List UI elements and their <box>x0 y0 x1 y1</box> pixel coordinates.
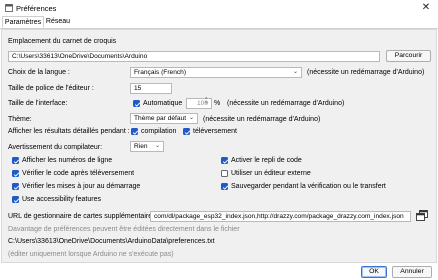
compiler-warnings-label: Avertissement du compilateur: <box>8 144 103 151</box>
checkmark-icon <box>184 130 191 135</box>
theme-select[interactable]: Thème par défaut ⌄ <box>130 113 198 124</box>
language-label: Choix de la langue : <box>8 69 70 76</box>
close-icon[interactable]: ✕ <box>420 1 432 14</box>
theme-label: Thème: <box>8 116 32 123</box>
language-value: Français (French) <box>134 69 187 76</box>
option-code-folding-checkbox[interactable] <box>221 157 229 164</box>
board-urls-label: URL de gestionnaire de cartes supplément… <box>8 213 156 220</box>
verbose-upload-checkbox[interactable] <box>183 128 191 135</box>
app-window-icon <box>5 4 13 12</box>
language-select[interactable]: Français (French) ⌄ <box>130 67 302 78</box>
compiler-warnings-select[interactable]: Rien ⌄ <box>130 141 164 152</box>
auto-size-label: Automatique <box>143 100 183 107</box>
interface-size-label: Taille de l'interface: <box>8 100 68 107</box>
cancel-button[interactable]: Annuler <box>392 266 432 278</box>
sketchbook-path-field[interactable]: C:\Users\33613\OneDrive\Documents\Arduin… <box>8 51 380 62</box>
checkmark-icon <box>222 185 229 190</box>
option-verify-upload-label: Vérifier le code après téléversement <box>22 170 135 177</box>
edit-when-closed-note: (éditer uniquement lorsque Arduino ne s'… <box>8 251 174 258</box>
sketchbook-label: Emplacement du carnet de croquis <box>8 38 117 45</box>
option-external-editor-label: Utiliser un éditeur externe <box>231 170 311 177</box>
interface-size-field[interactable]: 100 <box>186 98 212 109</box>
title-bar <box>0 0 438 16</box>
theme-note: (nécessite un redémarrage d'Arduino) <box>203 116 321 123</box>
option-line-numbers-checkbox[interactable] <box>12 157 20 164</box>
editor-font-field[interactable]: 15 <box>130 83 172 94</box>
theme-value: Thème par défaut <box>134 115 187 122</box>
option-save-on-verify-label: Sauvegarder pendant la vérification ou l… <box>231 183 386 190</box>
chevron-down-icon: ⌄ <box>154 143 160 149</box>
tab-reseau[interactable]: Réseau <box>44 16 72 28</box>
percent-unit: % <box>214 100 221 107</box>
option-accessibility-label: Use accessibility features <box>22 196 101 203</box>
verbose-compile-checkbox[interactable] <box>131 128 139 135</box>
option-verify-upload-checkbox[interactable] <box>12 170 20 177</box>
option-code-folding-label: Activer le repli de code <box>231 157 302 164</box>
language-note: (nécessite un redémarrage d'Arduino) <box>307 69 425 76</box>
ok-button[interactable]: OK <box>361 266 387 278</box>
checkmark-icon <box>134 102 141 107</box>
checkmark-icon <box>222 159 229 164</box>
board-urls-field[interactable]: com/dl/package_esp32_index.json,http://d… <box>150 211 411 222</box>
checkmark-icon <box>13 159 20 164</box>
verbose-compile-label: compilation <box>141 128 177 135</box>
option-save-on-verify-checkbox[interactable] <box>221 183 229 190</box>
open-window-icon[interactable] <box>416 210 428 221</box>
verbose-upload-label: téléversement <box>193 128 237 135</box>
option-external-editor-checkbox[interactable] <box>221 170 228 177</box>
option-line-numbers-label: Afficher les numéros de ligne <box>22 157 113 164</box>
spinner-down-icon[interactable]: ▾ <box>205 101 208 106</box>
option-check-updates-label: Vérifier les mises à jour au démarrage <box>22 183 141 190</box>
window-title: Préférences <box>16 4 57 13</box>
option-check-updates-checkbox[interactable] <box>12 183 20 190</box>
checkmark-icon <box>13 185 20 190</box>
preferences-file-path: C:\Users\33613\OneDrive\Documents\Arduin… <box>8 238 215 245</box>
checkmark-icon <box>13 198 20 203</box>
compiler-warnings-value: Rien <box>134 143 148 150</box>
checkmark-icon <box>132 130 139 135</box>
browse-button[interactable]: Parcourir <box>386 50 431 62</box>
chevron-down-icon: ⌄ <box>188 115 194 121</box>
option-accessibility-checkbox[interactable] <box>12 196 20 203</box>
chevron-down-icon: ⌄ <box>292 69 298 75</box>
verbose-label: Afficher les résultats détaillés pendant… <box>8 128 130 135</box>
auto-size-checkbox[interactable] <box>133 100 141 107</box>
interface-size-note: (nécessite un redémarrage d'Arduino) <box>227 100 345 107</box>
more-prefs-note: Davantage de préférences peuvent être éd… <box>8 226 240 233</box>
tab-parametres[interactable]: Paramètres <box>2 16 44 28</box>
checkmark-icon <box>13 172 20 177</box>
editor-font-label: Taille de police de l'éditeur : <box>8 85 94 92</box>
